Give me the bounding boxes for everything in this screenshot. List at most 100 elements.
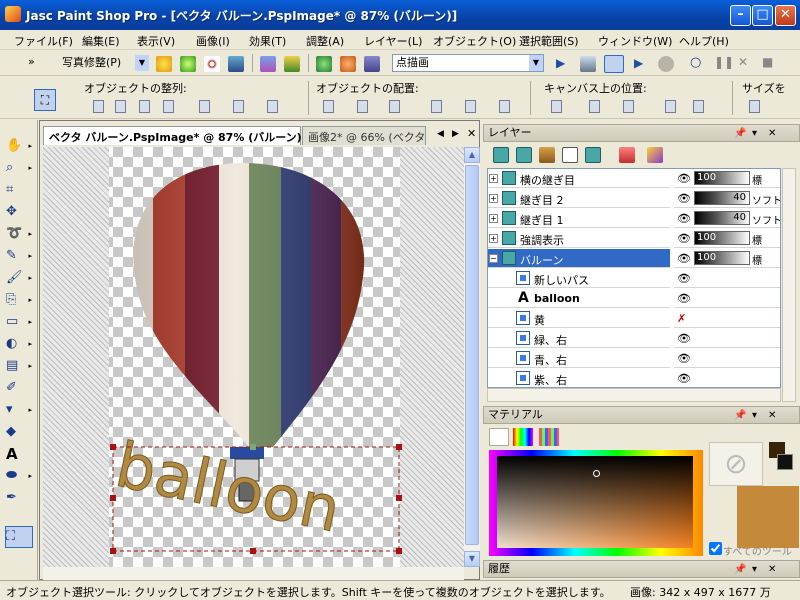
background-color-swatch[interactable] bbox=[777, 454, 793, 470]
layers-vertical-scrollbar[interactable] bbox=[782, 168, 796, 402]
layer-row[interactable]: + 強調表示 bbox=[488, 229, 670, 248]
menu-image[interactable]: 画像(I) bbox=[196, 33, 230, 49]
script-edit-icon[interactable] bbox=[580, 56, 596, 72]
canvas-center-icon[interactable] bbox=[546, 96, 564, 114]
fill-tool-icon[interactable]: ▤ ▸ bbox=[6, 356, 32, 376]
opacity-slider[interactable]: 40 bbox=[694, 191, 750, 205]
distribute-top-icon[interactable] bbox=[318, 96, 336, 114]
pin-icon[interactable]: 📌 bbox=[734, 126, 746, 142]
preset-shape-icon[interactable]: ⬬ ▸ bbox=[6, 466, 32, 486]
layer-row[interactable]: + 継ぎ目 2 bbox=[488, 189, 670, 208]
opacity-slider[interactable]: 100 bbox=[694, 231, 750, 245]
visibility-eye-icon[interactable]: 👁 bbox=[677, 252, 691, 265]
menu-window[interactable]: ウィンドウ(W) bbox=[598, 33, 672, 49]
menu-adjust[interactable]: 調整(A) bbox=[306, 33, 344, 49]
flood-fill-icon[interactable]: ◆ bbox=[6, 422, 32, 442]
menu-objects[interactable]: オブジェクト(O) bbox=[433, 33, 516, 49]
blend-mode[interactable]: ソフト bbox=[752, 192, 780, 207]
visibility-eye-icon[interactable]: 👁 bbox=[677, 272, 691, 285]
collapse-icon[interactable]: − bbox=[489, 254, 498, 263]
eraser-tool-icon[interactable]: ◐ ▸ bbox=[6, 334, 32, 354]
close-button[interactable]: ✕ bbox=[775, 5, 796, 26]
distribute-center-icon[interactable] bbox=[352, 96, 370, 114]
blend-mode[interactable]: 標 bbox=[752, 172, 762, 187]
auto-fix-icon[interactable] bbox=[156, 56, 172, 72]
app-icon[interactable] bbox=[5, 6, 21, 22]
dropdown-icon[interactable]: ▾ bbox=[752, 408, 757, 424]
distribute-left-icon[interactable] bbox=[426, 96, 444, 114]
transparent-swatch-icon[interactable]: ⊘ bbox=[709, 442, 763, 486]
user-orange-icon[interactable] bbox=[340, 56, 356, 72]
material-swatch[interactable] bbox=[737, 486, 799, 548]
new-raster-layer-icon[interactable] bbox=[493, 147, 509, 163]
menu-file[interactable]: ファイル(F) bbox=[14, 33, 73, 49]
toolbar-chevrons[interactable]: » bbox=[28, 55, 35, 68]
cube-icon[interactable] bbox=[228, 56, 244, 72]
blend-mode[interactable]: 標 bbox=[752, 252, 762, 267]
menu-selections[interactable]: 選択範囲(S) bbox=[519, 33, 579, 49]
layer-row[interactable]: + 横の継ぎ目 bbox=[488, 169, 670, 188]
tab-scroll-left-icon[interactable]: ◀ bbox=[437, 129, 444, 139]
delete-layer-icon[interactable] bbox=[619, 147, 635, 163]
photo-enhance-button[interactable]: 写真修整(P) ▼ bbox=[58, 54, 150, 72]
object-selector-preset-icon[interactable]: ⛶ bbox=[34, 89, 56, 111]
play-icon[interactable]: ▶ bbox=[556, 56, 572, 72]
new-mask-layer-icon[interactable] bbox=[562, 147, 578, 163]
align-center-icon[interactable] bbox=[262, 96, 280, 114]
hidden-eye-icon[interactable]: ✗ bbox=[677, 312, 686, 325]
align-center-vertical-icon[interactable] bbox=[194, 96, 212, 114]
pan-tool-icon[interactable]: ✋ ▸ bbox=[6, 136, 32, 156]
close-icon[interactable]: ✕ bbox=[768, 562, 776, 578]
layer-properties-icon[interactable] bbox=[647, 147, 663, 163]
object-row[interactable]: Aballoon bbox=[488, 289, 670, 308]
close-icon[interactable]: ✕ bbox=[768, 126, 776, 142]
pen-tool-icon[interactable]: ✒ bbox=[6, 488, 32, 508]
all-tools-checkbox[interactable] bbox=[709, 542, 722, 555]
tab-spectrum-icon[interactable] bbox=[513, 428, 533, 446]
crop-tool-icon[interactable]: ⌗ bbox=[6, 180, 32, 200]
minimize-button[interactable]: – bbox=[730, 5, 751, 26]
object-row[interactable]: 青、右 bbox=[488, 349, 670, 368]
object-row[interactable]: 新しいパス bbox=[488, 269, 670, 288]
visibility-eye-icon[interactable]: 👁 bbox=[677, 352, 691, 365]
expand-icon[interactable]: + bbox=[489, 214, 498, 223]
menu-layers[interactable]: レイヤー(L) bbox=[364, 33, 422, 49]
vertical-scrollbar[interactable]: ▲ ▼ bbox=[464, 147, 480, 567]
run-script-icon[interactable]: ▶ bbox=[634, 56, 650, 72]
horizontal-scrollbar[interactable] bbox=[43, 567, 464, 581]
color-picker[interactable] bbox=[489, 450, 703, 556]
size-equal-icon[interactable] bbox=[744, 96, 762, 114]
visibility-eye-icon[interactable]: 👁 bbox=[677, 192, 691, 205]
red-eye-icon[interactable] bbox=[204, 56, 220, 72]
canvas-center-horizontal-icon[interactable] bbox=[584, 96, 602, 114]
canvas-fit-height-icon[interactable] bbox=[688, 96, 706, 114]
retouch-tool-icon[interactable]: ▭ ▸ bbox=[6, 312, 32, 332]
pin-icon[interactable]: 📌 bbox=[734, 408, 746, 424]
record-icon[interactable]: ○ bbox=[690, 55, 706, 71]
tab-image2[interactable]: 画像2* @ 66% (ベクタ 1 bbox=[302, 126, 426, 145]
stop-record-icon[interactable]: ■ bbox=[762, 55, 778, 71]
blend-mode[interactable]: 標 bbox=[752, 232, 762, 247]
color-fix-icon[interactable] bbox=[180, 56, 196, 72]
scroll-up-icon[interactable]: ▲ bbox=[464, 147, 480, 163]
landscape-icon[interactable] bbox=[284, 56, 300, 72]
distribute-bottom-icon[interactable] bbox=[384, 96, 402, 114]
tab-frame-icon[interactable] bbox=[489, 428, 509, 446]
dropdown-icon[interactable]: ▾ bbox=[752, 126, 757, 142]
menu-edit[interactable]: 編集(E) bbox=[82, 33, 120, 49]
menu-help[interactable]: ヘルプ(H) bbox=[679, 33, 729, 49]
scroll-down-icon[interactable]: ▼ bbox=[464, 551, 480, 567]
stop-icon[interactable] bbox=[658, 56, 674, 72]
align-center-horizontal-icon[interactable] bbox=[228, 96, 246, 114]
pin-icon[interactable]: 📌 bbox=[734, 562, 746, 578]
align-left-icon[interactable] bbox=[134, 96, 152, 114]
portrait-icon[interactable] bbox=[260, 56, 276, 72]
expand-icon[interactable]: + bbox=[489, 194, 498, 203]
new-vector-layer-icon[interactable] bbox=[516, 147, 532, 163]
clone-brush-icon[interactable]: ⎘ ▸ bbox=[6, 290, 32, 310]
blend-mode[interactable]: ソフト bbox=[752, 212, 780, 227]
user-green-icon[interactable] bbox=[316, 56, 332, 72]
align-top-icon[interactable] bbox=[88, 96, 106, 114]
picture-tube-icon[interactable]: ✐ bbox=[6, 378, 32, 398]
expand-icon[interactable]: + bbox=[489, 234, 498, 243]
